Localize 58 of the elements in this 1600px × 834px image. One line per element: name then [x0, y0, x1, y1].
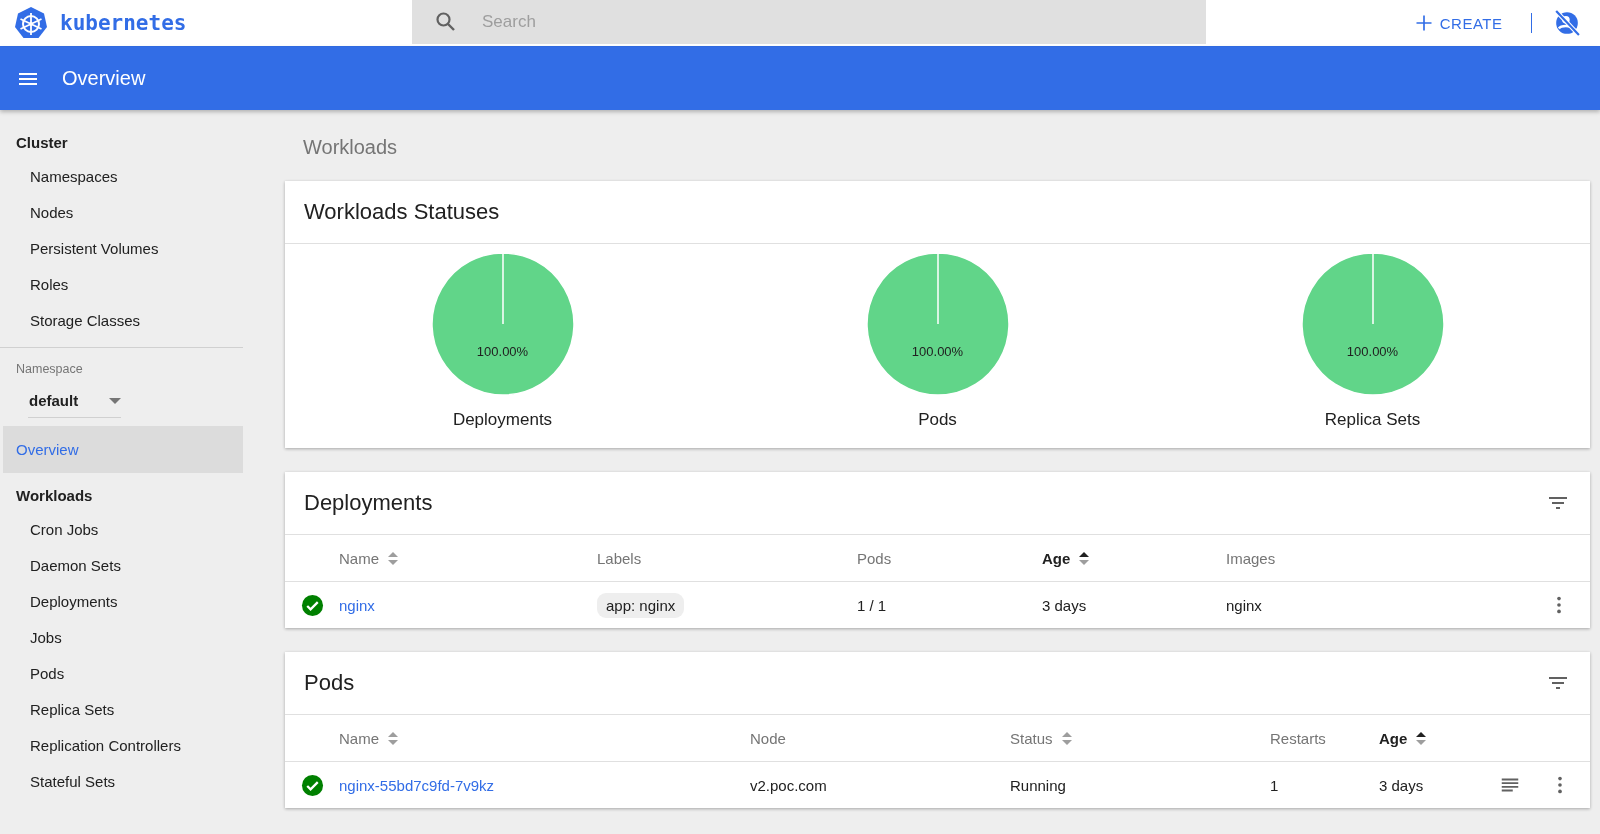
- name-link[interactable]: nginx: [339, 596, 375, 614]
- sidebar-item[interactable]: Jobs: [0, 620, 243, 656]
- sidebar-item[interactable]: Deployments: [0, 584, 243, 620]
- pie-value-label: 100.00%: [910, 344, 965, 359]
- namespace-dropdown[interactable]: default: [28, 384, 121, 418]
- pie-value-label: 100.00%: [1345, 344, 1400, 359]
- chart-label: Pods: [918, 410, 957, 430]
- sidebar-item[interactable]: Namespaces: [0, 159, 243, 195]
- table-cell: v2.poc.com: [750, 776, 827, 794]
- column-header[interactable]: Name: [339, 549, 379, 567]
- sort-arrows-icon[interactable]: [1415, 730, 1428, 746]
- create-button[interactable]: CREATE: [1407, 9, 1509, 37]
- sidebar-item[interactable]: Stateful Sets: [0, 764, 243, 800]
- table-cell: Running: [1010, 776, 1066, 794]
- page-title: Workloads: [303, 136, 399, 159]
- kubernetes-logo-icon: [14, 6, 48, 40]
- dropdown-caret-icon: [109, 397, 121, 404]
- sidebar-item[interactable]: Overview: [3, 426, 243, 473]
- table-cell: 1: [1270, 776, 1279, 794]
- column-header[interactable]: Age: [1042, 549, 1071, 567]
- sidebar-item[interactable]: Cron Jobs: [0, 512, 243, 548]
- column-header: Restarts: [1270, 729, 1326, 747]
- column-header: Labels: [597, 549, 642, 567]
- sidebar-item[interactable]: Nodes: [0, 195, 243, 231]
- namespace-label: Namespace: [15, 362, 84, 376]
- sidebar-item[interactable]: Replication Controllers: [0, 728, 243, 764]
- sidebar-item[interactable]: Roles: [0, 267, 243, 303]
- sidebar-item[interactable]: Storage Classes: [0, 303, 243, 339]
- chart-label: Deployments: [452, 410, 553, 430]
- sort-arrows-icon[interactable]: [1078, 550, 1091, 566]
- card-title: Workloads Statuses: [304, 199, 500, 225]
- card-title: Deployments: [304, 490, 433, 516]
- sidebar-item[interactable]: Replica Sets: [0, 692, 243, 728]
- name-link[interactable]: nginx-55bd7c9fd-7v9kz: [339, 776, 495, 794]
- pie-value-label: 100.00%: [475, 344, 530, 359]
- toolbar-title: Overview: [62, 67, 146, 90]
- column-header[interactable]: Name: [339, 729, 379, 747]
- column-header: Pods: [857, 549, 892, 567]
- search-bar[interactable]: Search: [412, 0, 1206, 44]
- table-cell: 3 days: [1379, 776, 1424, 794]
- column-header[interactable]: Status: [1010, 729, 1053, 747]
- sidebar-item[interactable]: Persistent Volumes: [0, 231, 243, 267]
- user-off-icon[interactable]: [1554, 10, 1580, 36]
- logo-text[interactable]: kubernetes: [60, 11, 187, 35]
- table-cell: 3 days: [1042, 596, 1087, 614]
- column-header: Images: [1226, 549, 1276, 567]
- table-cell: 1 / 1: [857, 596, 887, 614]
- sidebar-heading[interactable]: Workloads: [0, 479, 243, 512]
- column-header[interactable]: Age: [1379, 729, 1408, 747]
- sidebar-heading[interactable]: Cluster: [0, 126, 243, 159]
- table-cell: nginx: [1226, 596, 1262, 614]
- column-header: Node: [750, 729, 786, 747]
- sidebar-item[interactable]: Pods: [0, 656, 243, 692]
- label-chip: app: nginx: [597, 592, 685, 618]
- search-input[interactable]: Search: [480, 11, 1084, 33]
- sidebar-item[interactable]: Daemon Sets: [0, 548, 243, 584]
- chart-label: Replica Sets: [1324, 410, 1421, 430]
- card-title: Pods: [304, 670, 355, 696]
